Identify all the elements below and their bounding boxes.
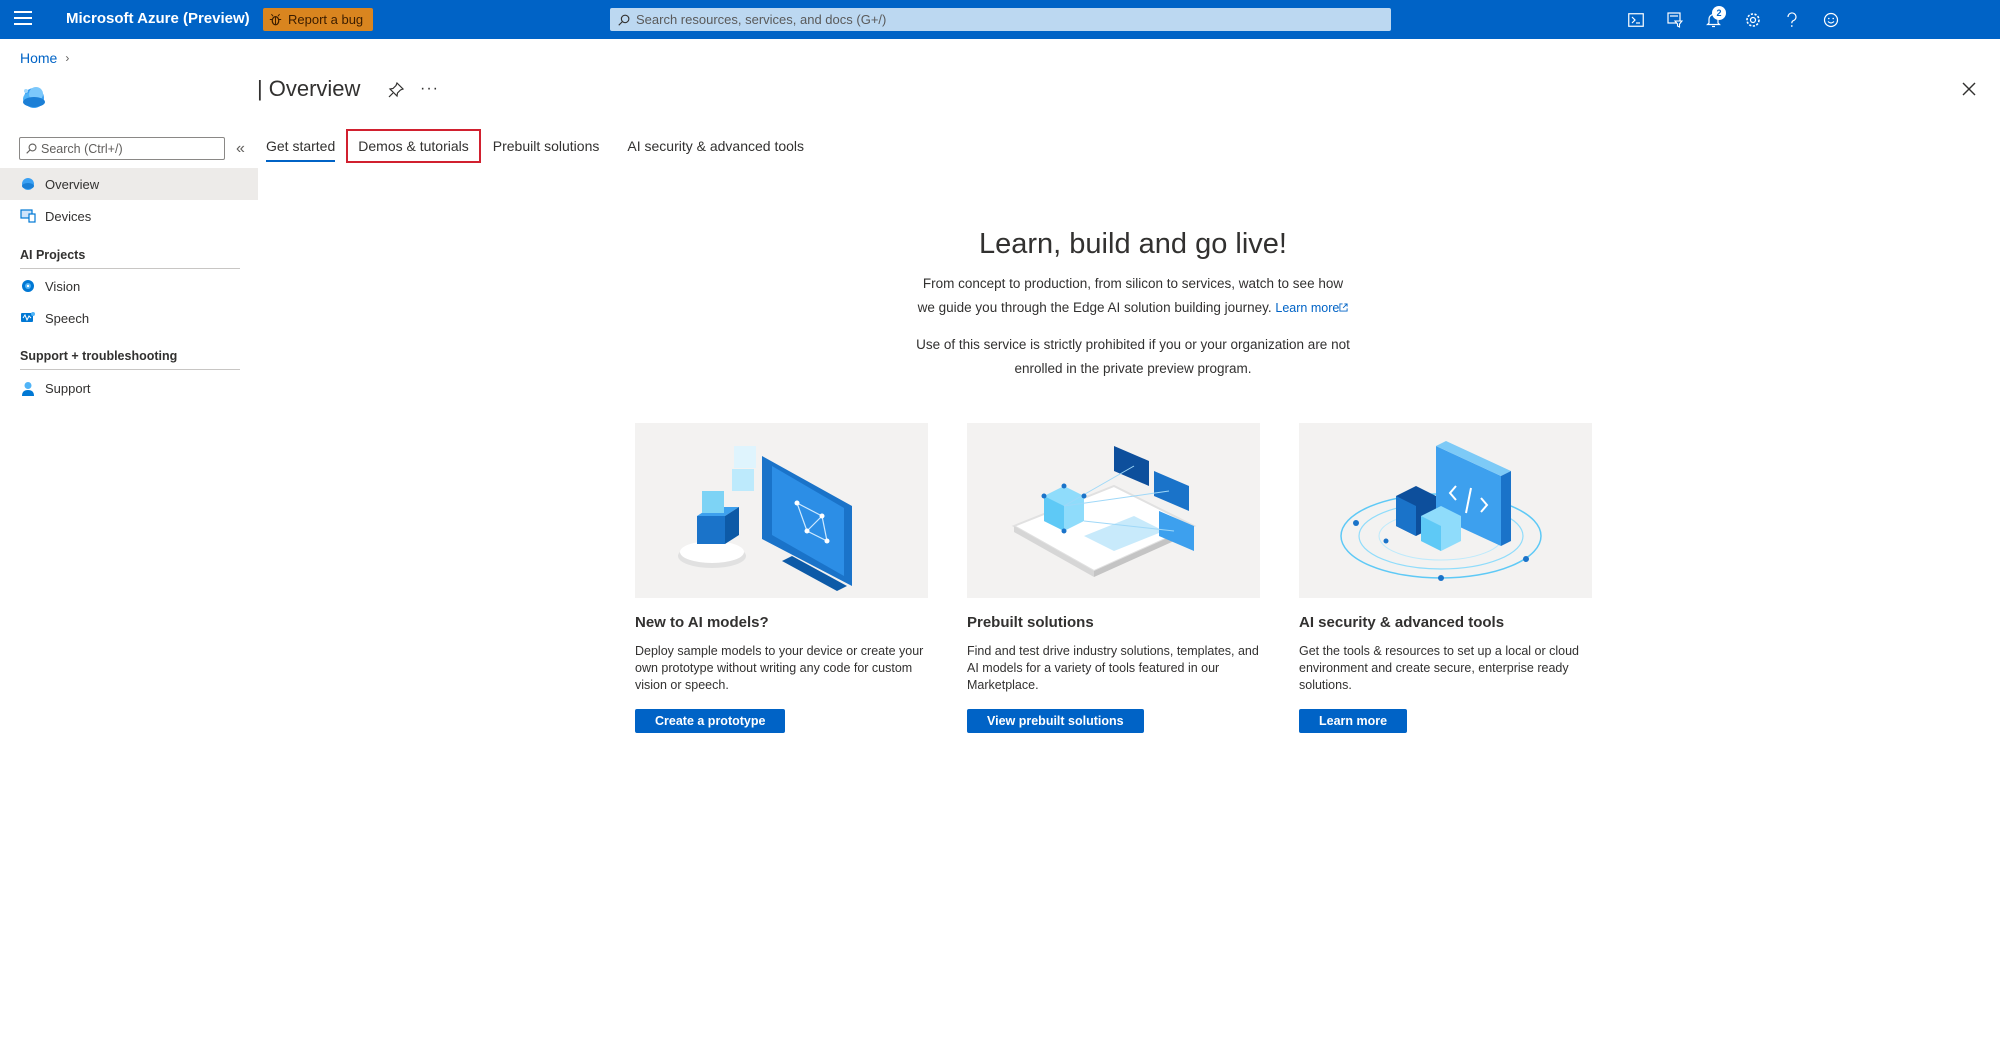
learn-more-link-label: Learn more: [1275, 301, 1340, 315]
report-bug-button[interactable]: Report a bug: [263, 8, 373, 31]
chevron-right-icon: ›: [65, 51, 70, 65]
learn-more-button[interactable]: Learn more: [1299, 709, 1408, 733]
tab-ai-security-advanced-tools[interactable]: AI security & advanced tools: [627, 130, 804, 162]
more-options-icon[interactable]: ···: [420, 80, 439, 98]
breadcrumb: Home ›: [20, 50, 69, 66]
portal-brand[interactable]: Microsoft Azure (Preview): [66, 10, 250, 27]
global-search-input[interactable]: [636, 12, 1376, 27]
hero-line-1: From concept to production, from silicon…: [922, 276, 1344, 291]
ai-models-illustration: [635, 423, 928, 598]
pin-icon[interactable]: [388, 81, 405, 103]
global-search[interactable]: [610, 8, 1391, 31]
close-icon[interactable]: [1962, 82, 1976, 101]
bug-icon: [269, 13, 282, 26]
notification-count-badge: 2: [1712, 6, 1726, 20]
directory-filter-icon[interactable]: [1655, 0, 1694, 39]
search-icon: [618, 14, 630, 26]
external-link-icon: [1339, 303, 1348, 312]
top-icons: 2: [1616, 0, 1850, 39]
hero-notice: Use of this service is strictly prohibit…: [883, 333, 1383, 381]
card-description: Find and test drive industry solutions, …: [967, 644, 1259, 692]
card-new-to-ai-models: New to AI models? Deploy sample models t…: [635, 423, 928, 733]
devices-icon: [20, 208, 36, 224]
hero-line-2: we guide you through the Edge AI solutio…: [917, 300, 1272, 315]
sidebar-search-input[interactable]: [41, 141, 221, 156]
sidebar-item-speech[interactable]: Speech: [0, 302, 258, 334]
card-title: Prebuilt solutions: [967, 614, 1094, 631]
hero-description: From concept to production, from silicon…: [883, 272, 1383, 320]
feedback-smiley-icon[interactable]: [1811, 0, 1850, 39]
sidebar-item-vision[interactable]: Vision: [0, 270, 258, 302]
tab-demos-tutorials[interactable]: Demos & tutorials: [346, 129, 481, 163]
sidebar-item-label: Overview: [45, 176, 100, 192]
help-icon[interactable]: [1772, 0, 1811, 39]
hero-title: Learn, build and go live!: [979, 228, 1287, 260]
page-title: | Overview: [257, 76, 360, 102]
sidebar-section-ai-projects: AI Projects: [20, 248, 240, 269]
prebuilt-solutions-illustration: [967, 423, 1260, 598]
support-person-icon: [20, 380, 36, 396]
tab-get-started[interactable]: Get started: [266, 130, 336, 162]
create-prototype-button[interactable]: Create a prototype: [635, 709, 786, 733]
hero-notice-line-1: Use of this service is strictly prohibit…: [916, 337, 1350, 352]
sidebar-item-label: Devices: [45, 208, 92, 224]
learn-more-link[interactable]: Learn more: [1275, 301, 1348, 315]
sidebar-item-devices[interactable]: Devices: [0, 200, 258, 232]
ai-security-illustration: [1299, 423, 1592, 598]
overview-tabs: Get started Demos & tutorials Prebuilt s…: [266, 129, 804, 166]
card-title: AI security & advanced tools: [1299, 614, 1505, 631]
sidebar-section-support: Support + troubleshooting: [20, 349, 240, 370]
cloud-shell-icon[interactable]: [1616, 0, 1655, 39]
sidebar-item-label: Vision: [45, 278, 81, 294]
card-description: Deploy sample models to your device or c…: [635, 644, 924, 692]
report-bug-label: Report a bug: [288, 12, 364, 27]
sidebar-item-support[interactable]: Support: [0, 372, 258, 404]
card-prebuilt-solutions: Prebuilt solutions Find and test drive i…: [967, 423, 1260, 733]
breadcrumb-home-link[interactable]: Home: [20, 50, 57, 66]
card-ai-security-tools: AI security & advanced tools Get the too…: [1299, 423, 1592, 733]
sidebar-item-label: Speech: [45, 310, 90, 326]
sidebar-search[interactable]: [19, 137, 225, 160]
top-bar: Microsoft Azure (Preview) Report a bug 2: [0, 0, 2000, 39]
hero-notice-line-2: enrolled in the private preview program.: [1014, 361, 1252, 376]
vision-eye-icon: [20, 278, 36, 294]
search-icon: [26, 143, 37, 154]
card-description: Get the tools & resources to set up a lo…: [1299, 644, 1580, 692]
speech-icon: [20, 310, 36, 326]
overview-cloud-icon: [20, 176, 36, 192]
sidebar-item-overview[interactable]: Overview: [0, 168, 258, 200]
notifications-icon[interactable]: 2: [1694, 0, 1733, 39]
view-prebuilt-solutions-button[interactable]: View prebuilt solutions: [967, 709, 1144, 733]
collapse-sidebar-icon[interactable]: «: [236, 140, 245, 158]
sidebar-item-label: Support: [45, 380, 91, 396]
title-separator: |: [257, 76, 263, 101]
menu-icon[interactable]: [14, 11, 32, 27]
edge-ai-cloud-icon: [20, 84, 48, 115]
tab-prebuilt-solutions[interactable]: Prebuilt solutions: [493, 130, 600, 162]
settings-gear-icon[interactable]: [1733, 0, 1772, 39]
card-title: New to AI models?: [635, 614, 769, 631]
page-title-text: Overview: [268, 76, 361, 101]
